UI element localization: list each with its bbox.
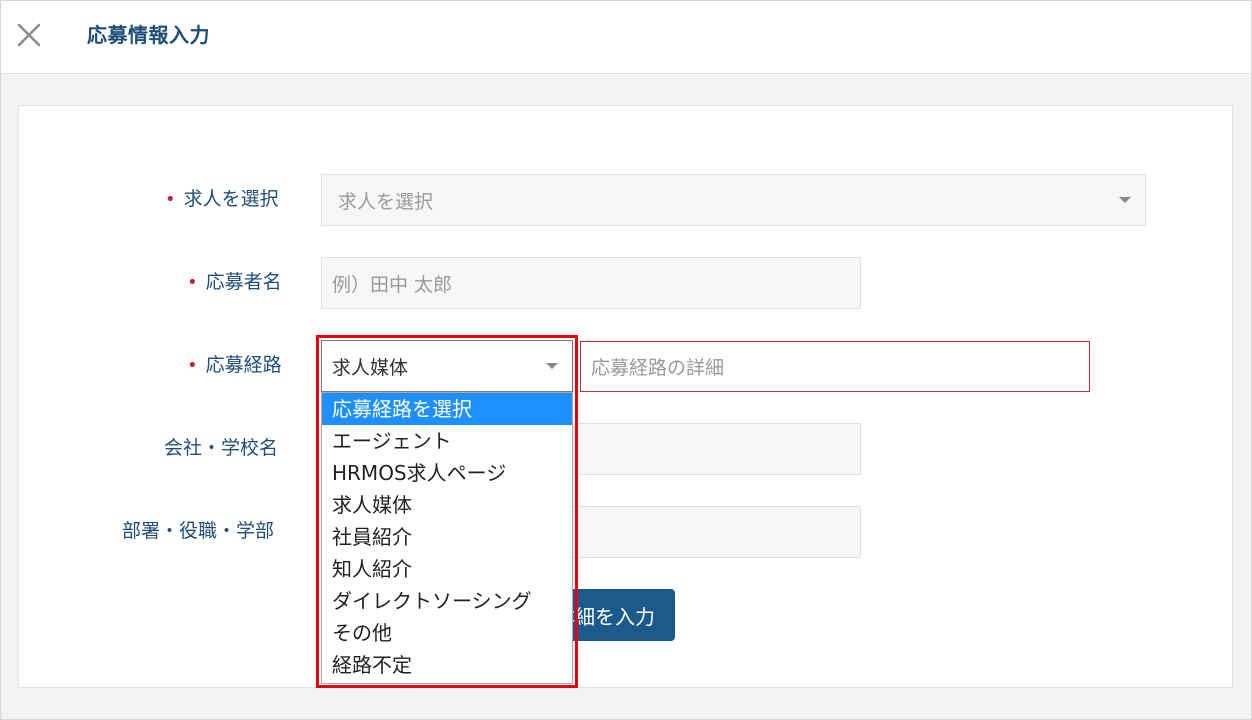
route-option[interactable]: 社員紹介 [322, 521, 572, 553]
job-select[interactable]: 求人を選択 [321, 174, 1146, 226]
job-label: • 求人を選択 [165, 184, 279, 211]
route-option[interactable]: HRMOS求人ページ [322, 457, 572, 489]
route-option[interactable]: その他 [322, 617, 572, 649]
route-select-value: 求人媒体 [332, 356, 409, 379]
route-option[interactable]: ダイレクトソーシング [322, 585, 572, 617]
header: 応募情報入力 [1, 1, 1251, 74]
close-icon[interactable] [15, 20, 43, 48]
applicant-name-label: • 応募者名 [187, 267, 282, 294]
job-label-text: 求人を選択 [183, 188, 279, 210]
company-label: 会社・学校名 [164, 437, 279, 459]
route-label-text: 応募経路 [205, 354, 282, 376]
route-detail-input[interactable]: 応募経路の詳細 [580, 341, 1090, 392]
applicant-name-label-text: 応募者名 [205, 271, 282, 293]
route-option[interactable]: 知人紹介 [322, 553, 572, 585]
route-select[interactable]: 求人媒体 [321, 340, 573, 392]
page-title: 応募情報入力 [87, 23, 210, 47]
required-dot: • [187, 355, 198, 376]
job-select-placeholder: 求人を選択 [338, 190, 434, 213]
department-label: 部署・役職・学部 [122, 520, 275, 542]
chevron-down-icon [1119, 197, 1131, 203]
chevron-down-icon [546, 363, 558, 369]
route-option[interactable]: エージェント [322, 425, 572, 457]
route-option[interactable]: 経路不定 [322, 649, 572, 681]
route-option[interactable]: 求人媒体 [322, 489, 572, 521]
applicant-name-input[interactable]: 例）田中 太郎 [321, 257, 861, 309]
applicant-name-placeholder: 例）田中 太郎 [332, 273, 453, 296]
route-option[interactable]: 応募経路を選択 [322, 393, 572, 425]
required-dot: • [165, 189, 176, 210]
route-label: • 応募経路 [187, 350, 282, 377]
route-dropdown-list: 応募経路を選択 エージェント HRMOS求人ページ 求人媒体 社員紹介 知人紹介… [321, 392, 573, 684]
required-dot: • [187, 272, 198, 293]
route-detail-placeholder: 応募経路の詳細 [591, 357, 725, 379]
